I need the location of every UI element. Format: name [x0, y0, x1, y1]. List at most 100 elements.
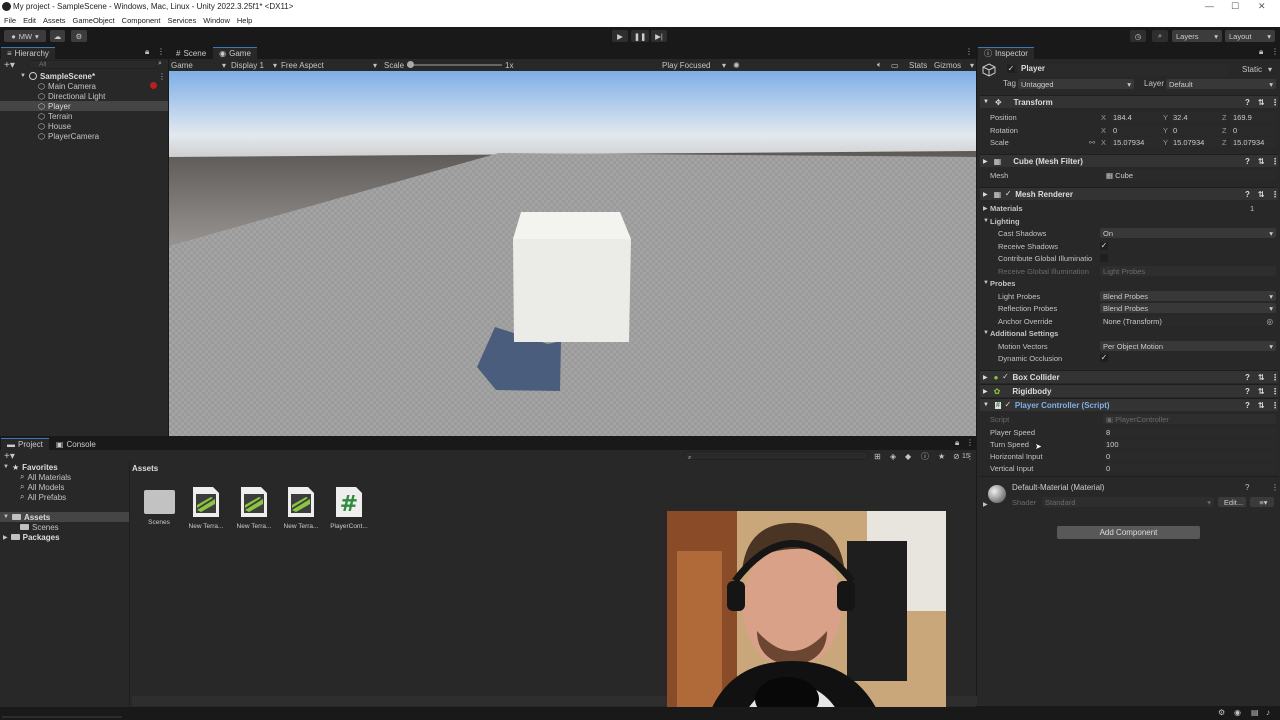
layers-dropdown[interactable]: Layers ▾ [1172, 30, 1222, 42]
packages-folder-row[interactable]: ▶ Packages [3, 532, 60, 542]
static-dropdown[interactable]: ▾ [1268, 65, 1272, 74]
help-icon[interactable]: ? [1245, 483, 1249, 492]
minimize-icon[interactable]: — [1205, 1, 1214, 11]
maximize-icon[interactable]: ☐ [1231, 1, 1239, 12]
shader-dropdown[interactable]: Standard ▾ [1042, 497, 1214, 507]
active-checkbox[interactable]: ✓ [1007, 65, 1015, 73]
close-icon[interactable]: ✕ [1258, 1, 1266, 12]
box-collider-header[interactable]: ▶ ● ✓ Box Collider ? ⇅ ⋮ [980, 370, 1279, 383]
step-button[interactable]: ▶| [651, 30, 667, 42]
more-icon[interactable]: ⋮ [1271, 98, 1279, 107]
favorite-item[interactable]: ⌕ All Prefabs [20, 492, 66, 502]
more-icon[interactable]: ⋮ [1271, 190, 1279, 199]
menu-help[interactable]: Help [237, 16, 252, 25]
assets-breadcrumb[interactable]: Assets [132, 464, 158, 473]
materials-row[interactable]: ▶ Materials 1 [980, 202, 1278, 214]
favorites-header[interactable]: ▼ ★ Favorites [3, 462, 58, 472]
more-icon[interactable]: ⋮ [966, 438, 974, 447]
gizmos-dropdown[interactable]: Gizmos ▾ [934, 61, 974, 70]
help-icon[interactable]: ? [1245, 401, 1250, 410]
preset-icon[interactable]: ⇅ [1258, 401, 1265, 410]
reflection-probes-dropdown[interactable]: Blend Probes ▾ [1100, 303, 1276, 313]
play-button[interactable]: ▶ [612, 30, 628, 42]
motion-vectors-dropdown[interactable]: Per Object Motion ▾ [1100, 341, 1276, 351]
star-icon[interactable]: ★ [938, 452, 945, 461]
light-probes-dropdown[interactable]: Blend Probes ▾ [1100, 291, 1276, 301]
asset-scenes-folder[interactable]: Scenes [136, 486, 182, 526]
display-dropdown[interactable]: Display 1 ▾ [231, 61, 277, 70]
help-icon[interactable]: ? [1245, 373, 1250, 382]
scale-slider[interactable] [407, 61, 502, 68]
probes-row[interactable]: ▼ Probes [980, 277, 1278, 289]
assets-folder-row[interactable]: ▼ Assets [0, 512, 129, 522]
favorite-item[interactable]: ⌕ All Materials [20, 472, 71, 482]
additional-settings-row[interactable]: ▼ Additional Settings [980, 327, 1278, 339]
shader-edit-button[interactable]: Edit... [1218, 497, 1246, 507]
history-button[interactable]: ◷ [1130, 30, 1146, 42]
menu-edit[interactable]: Edit [23, 16, 36, 25]
info-icon[interactable]: ⓘ [921, 451, 929, 462]
scale-z-field[interactable]: 15.07934 [1230, 137, 1276, 147]
scale-slider-handle[interactable] [407, 61, 414, 68]
filter-tag-icon[interactable]: ◆ [905, 452, 911, 461]
horizontal-input-field[interactable]: 0 [1103, 451, 1276, 461]
preset-icon[interactable]: ⇅ [1258, 157, 1265, 166]
menu-component[interactable]: Component [122, 16, 161, 25]
contribute-gi-checkbox[interactable] [1100, 254, 1108, 262]
add-icon[interactable]: +▾ [4, 60, 15, 71]
preset-icon[interactable]: ⇅ [1258, 373, 1265, 382]
cache-icon[interactable]: ◉ [1234, 708, 1241, 717]
debug-icon[interactable]: ⚙ [1218, 708, 1225, 717]
anchor-override-field[interactable]: None (Transform) ◎ [1100, 316, 1276, 326]
receive-shadows-checkbox[interactable]: ✓ [1100, 242, 1108, 250]
rotation-x-field[interactable]: 0 [1110, 125, 1166, 135]
more-icon[interactable]: ⋮ [1271, 47, 1279, 56]
cast-shadows-dropdown[interactable]: On ▾ [1100, 228, 1276, 238]
more-icon[interactable]: ⋮ [157, 47, 165, 56]
asset-terrain-1[interactable]: New Terra... [183, 486, 229, 530]
lock-icon[interactable]: 🔒︎ [145, 47, 149, 57]
hierarchy-item-player[interactable]: ⬡ Player [0, 101, 168, 111]
menu-services[interactable]: Services [167, 16, 196, 25]
favorite-item[interactable]: ⌕ All Models [20, 482, 64, 492]
turn-speed-field[interactable]: 100 [1103, 439, 1276, 449]
account-dropdown[interactable]: ● MW ▾ [4, 30, 46, 42]
rotation-y-field[interactable]: 0 [1170, 125, 1226, 135]
more-icon[interactable]: ⋮ [1271, 401, 1279, 410]
tab-project[interactable]: ▬ Project [1, 438, 49, 450]
game-mode-dropdown[interactable]: Game ▾ [171, 61, 226, 70]
hidden-eye-icon[interactable]: ⊘ [953, 452, 960, 461]
menu-window[interactable]: Window [203, 16, 230, 25]
rigidbody-header[interactable]: ▶ ✿ Rigidbody ? ⇅ ⋮ [980, 384, 1279, 397]
tab-scene[interactable]: # Scene [170, 47, 213, 59]
more-icon[interactable]: ⋮ [1271, 483, 1279, 492]
notification-icon[interactable]: ▤ [1251, 708, 1259, 717]
mesh-renderer-enabled-checkbox[interactable]: ✓ [1004, 190, 1012, 198]
position-y-field[interactable]: 32.4 [1170, 112, 1226, 122]
menu-file[interactable]: File [4, 16, 16, 25]
asset-player-controller-script[interactable]: # PlayerCont... [326, 486, 372, 530]
hierarchy-scene-row[interactable]: ▼ SampleScene* ⋮ [0, 71, 168, 81]
dynamic-occlusion-checkbox[interactable]: ✓ [1100, 354, 1108, 362]
preset-icon[interactable]: ⇅ [1258, 190, 1265, 199]
pause-button[interactable]: ❚❚ [631, 30, 649, 42]
mesh-field[interactable]: ▦ Cube [1103, 170, 1276, 180]
position-x-field[interactable]: 184.4 [1110, 112, 1166, 122]
tab-inspector[interactable]: ⓘ Inspector [978, 47, 1034, 59]
box-collider-enabled-checkbox[interactable]: ✓ [1001, 373, 1009, 381]
mesh-filter-header[interactable]: ▶ ▦ Cube (Mesh Filter) ? ⇅ ⋮ [980, 154, 1279, 167]
tab-game[interactable]: ◉ Game [213, 47, 257, 59]
hierarchy-search-input[interactable]: All [28, 60, 158, 69]
more-icon[interactable]: ⋮ [1271, 157, 1279, 166]
play-mode-dropdown[interactable]: Play Focused ▾ [662, 61, 726, 70]
search-options-icon[interactable]: ⌕ [158, 60, 162, 68]
lock-icon[interactable]: 🔒︎ [1259, 47, 1263, 57]
filter-type-icon[interactable]: ⊞ [874, 452, 881, 461]
collab-button[interactable]: ⚙ [71, 30, 87, 42]
preset-icon[interactable]: ⇅ [1258, 98, 1265, 107]
help-icon[interactable]: ? [1245, 98, 1250, 107]
object-name-field[interactable]: Player [1018, 64, 1228, 75]
help-icon[interactable]: ? [1245, 190, 1250, 199]
help-icon[interactable]: ? [1245, 157, 1250, 166]
scale-x-field[interactable]: 15.07934 [1110, 137, 1166, 147]
